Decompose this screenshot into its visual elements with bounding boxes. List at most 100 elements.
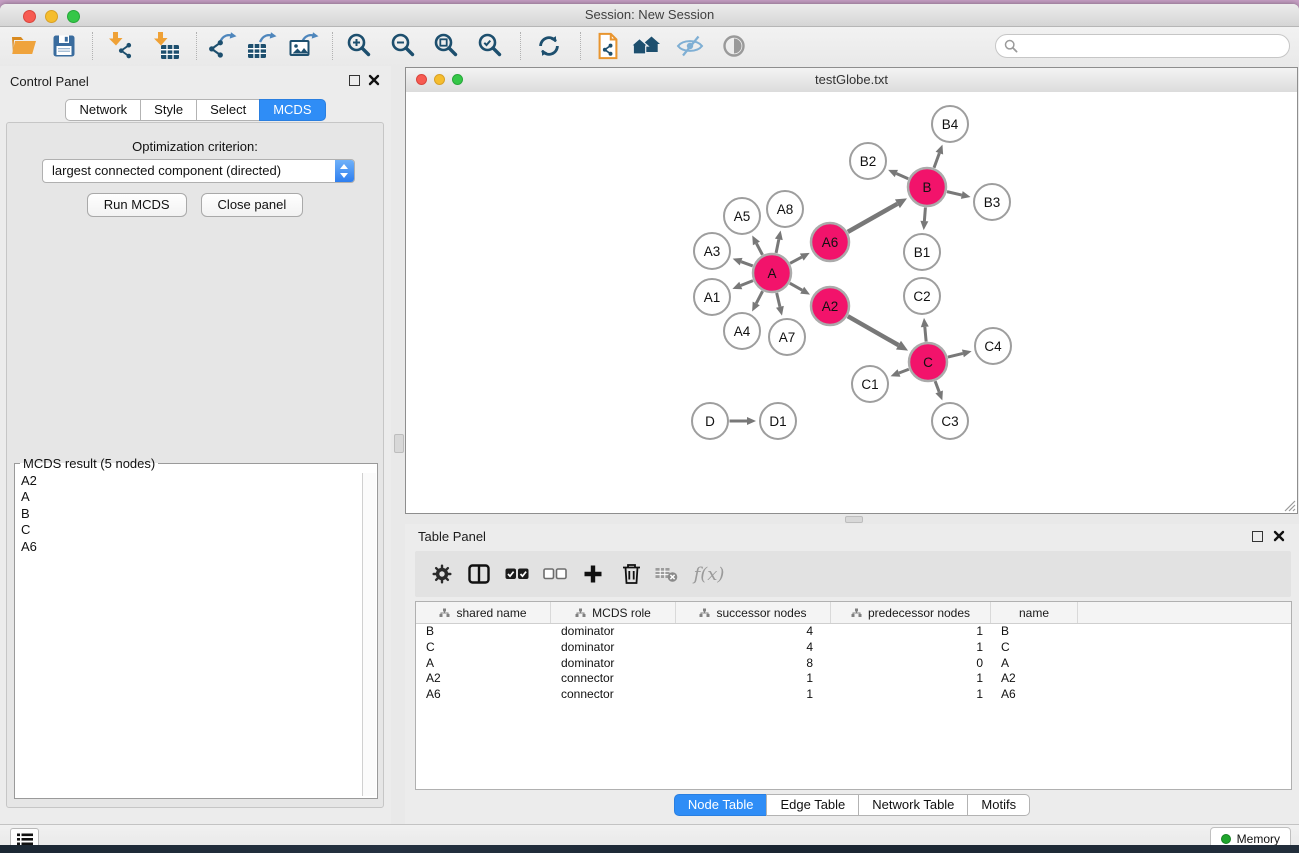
refresh-layout-icon[interactable]: [533, 30, 565, 62]
table-row[interactable]: Bdominator41B: [416, 624, 1291, 640]
vertical-splitter[interactable]: [391, 66, 405, 824]
graph-edge-A-A6[interactable]: [790, 257, 802, 263]
table-row[interactable]: Adominator80A: [416, 656, 1291, 672]
graph-edge-A-A4[interactable]: [756, 291, 762, 303]
graph-node-C[interactable]: C: [909, 343, 947, 381]
graph-node-A4[interactable]: A4: [724, 313, 760, 349]
graph-node-B2[interactable]: B2: [850, 143, 886, 179]
mcds-result-item[interactable]: A6: [15, 539, 362, 555]
graph-edge-A-A7[interactable]: [777, 293, 780, 307]
graph-edge-C-C2[interactable]: [925, 327, 926, 342]
tab-style[interactable]: Style: [140, 99, 197, 121]
close-panel-button[interactable]: Close panel: [201, 193, 304, 217]
graph-edge-C-C4[interactable]: [948, 353, 963, 357]
table-row[interactable]: A2connector11A2: [416, 671, 1291, 687]
graph-edge-A6-B[interactable]: [848, 204, 898, 232]
graph-edge-B-B2[interactable]: [896, 174, 908, 179]
graph-node-A[interactable]: A: [753, 254, 791, 292]
float-panel-icon[interactable]: [1252, 531, 1263, 542]
graph-edge-C-C1[interactable]: [899, 369, 909, 373]
mcds-result-item[interactable]: B: [15, 506, 362, 522]
graph-edge-A-A1[interactable]: [741, 281, 753, 286]
graph-node-B3[interactable]: B3: [974, 184, 1010, 220]
graph-node-B1[interactable]: B1: [904, 234, 940, 270]
graph-edge-A-A3[interactable]: [741, 262, 753, 266]
graph-edge-A-A5[interactable]: [756, 243, 762, 254]
delete-table-icon[interactable]: [652, 559, 682, 589]
tab-select[interactable]: Select: [196, 99, 260, 121]
graph-node-B[interactable]: B: [908, 168, 946, 206]
graph-node-C4[interactable]: C4: [975, 328, 1011, 364]
tab-edge-table[interactable]: Edge Table: [766, 794, 859, 816]
delete-column-trash-icon[interactable]: [616, 559, 646, 589]
export-table-icon[interactable]: [246, 30, 278, 62]
optimization-criterion-dropdown[interactable]: largest connected component (directed): [42, 159, 355, 183]
zoom-fit-icon[interactable]: [431, 30, 463, 62]
run-mcds-button[interactable]: Run MCDS: [87, 193, 187, 217]
graph-node-A8[interactable]: A8: [767, 191, 803, 227]
column-header-name[interactable]: name: [991, 602, 1078, 623]
tab-network[interactable]: Network: [65, 99, 141, 121]
graph-edge-A2-C[interactable]: [848, 316, 899, 345]
float-panel-icon[interactable]: [349, 75, 360, 86]
tab-network-table[interactable]: Network Table: [858, 794, 968, 816]
splitter-grip[interactable]: [845, 516, 863, 523]
graph-node-C1[interactable]: C1: [852, 366, 888, 402]
graph-node-C3[interactable]: C3: [932, 403, 968, 439]
tab-node-table[interactable]: Node Table: [674, 794, 768, 816]
graph-node-D1[interactable]: D1: [760, 403, 796, 439]
graph-edge-A-A2[interactable]: [790, 283, 802, 290]
graph-node-A5[interactable]: A5: [724, 198, 760, 234]
session-details-icon[interactable]: [592, 30, 624, 62]
column-header-shared-name[interactable]: shared name: [416, 602, 551, 623]
graph-node-A7[interactable]: A7: [769, 319, 805, 355]
graph-node-D[interactable]: D: [692, 403, 728, 439]
graph-node-A1[interactable]: A1: [694, 279, 730, 315]
show-all-networks-icon[interactable]: [630, 30, 662, 62]
graph-node-C2[interactable]: C2: [904, 278, 940, 314]
graph-edge-A-A8[interactable]: [776, 239, 779, 253]
mcds-result-item[interactable]: A: [15, 489, 362, 505]
column-header-predecessor-nodes[interactable]: predecessor nodes: [831, 602, 991, 623]
mcds-result-item[interactable]: C: [15, 522, 362, 538]
mcds-result-scrollbar[interactable]: [362, 473, 376, 796]
select-all-checkboxes-icon[interactable]: [502, 559, 532, 589]
network-canvas[interactable]: B4B2BB3A8A5A6A3B1AC2A1A2A4A7C4CC1DD1C3: [406, 92, 1297, 513]
graph-node-A2[interactable]: A2: [811, 287, 849, 325]
graph-node-B4[interactable]: B4: [932, 106, 968, 142]
hide-panel-eye-slash-icon[interactable]: [674, 30, 706, 62]
close-panel-icon[interactable]: [1273, 530, 1285, 542]
graph-edge-B-B3[interactable]: [947, 192, 962, 195]
close-panel-icon[interactable]: [368, 74, 380, 86]
resize-grip-icon[interactable]: [1284, 500, 1296, 512]
graph-edge-C-C3[interactable]: [935, 381, 939, 392]
graph-node-A6[interactable]: A6: [811, 223, 849, 261]
table-row[interactable]: Cdominator41C: [416, 640, 1291, 656]
save-session-icon[interactable]: [48, 30, 80, 62]
add-column-icon[interactable]: [578, 559, 608, 589]
mcds-result-item[interactable]: A2: [15, 473, 362, 489]
network-graph[interactable]: B4B2BB3A8A5A6A3B1AC2A1A2A4A7C4CC1DD1C3: [406, 92, 1297, 513]
column-header-successor-nodes[interactable]: successor nodes: [676, 602, 831, 623]
graph-edge-B-B4[interactable]: [934, 153, 939, 168]
split-columns-icon[interactable]: [464, 559, 494, 589]
table-row[interactable]: A6connector11A6: [416, 687, 1291, 703]
search-input[interactable]: [1022, 36, 1281, 56]
export-network-icon[interactable]: [206, 30, 238, 62]
zoom-out-icon[interactable]: [388, 30, 420, 62]
export-image-icon[interactable]: [288, 30, 320, 62]
function-builder-icon[interactable]: f(x): [687, 559, 731, 589]
tab-mcds[interactable]: MCDS: [259, 99, 325, 121]
splitter-grip[interactable]: [394, 434, 404, 453]
zoom-selected-icon[interactable]: [475, 30, 507, 62]
zoom-in-icon[interactable]: [344, 30, 376, 62]
import-table-icon[interactable]: [149, 30, 181, 62]
show-panel-eye-icon[interactable]: [718, 30, 750, 62]
mcds-result-list[interactable]: A2ABCA6: [15, 473, 362, 796]
tab-motifs[interactable]: Motifs: [967, 794, 1030, 816]
unselect-all-checkboxes-icon[interactable]: [540, 559, 570, 589]
graph-edge-B-B1[interactable]: [924, 207, 925, 221]
horizontal-splitter[interactable]: [405, 514, 1299, 524]
settings-gear-icon[interactable]: [427, 559, 457, 589]
open-session-icon[interactable]: [8, 30, 40, 62]
